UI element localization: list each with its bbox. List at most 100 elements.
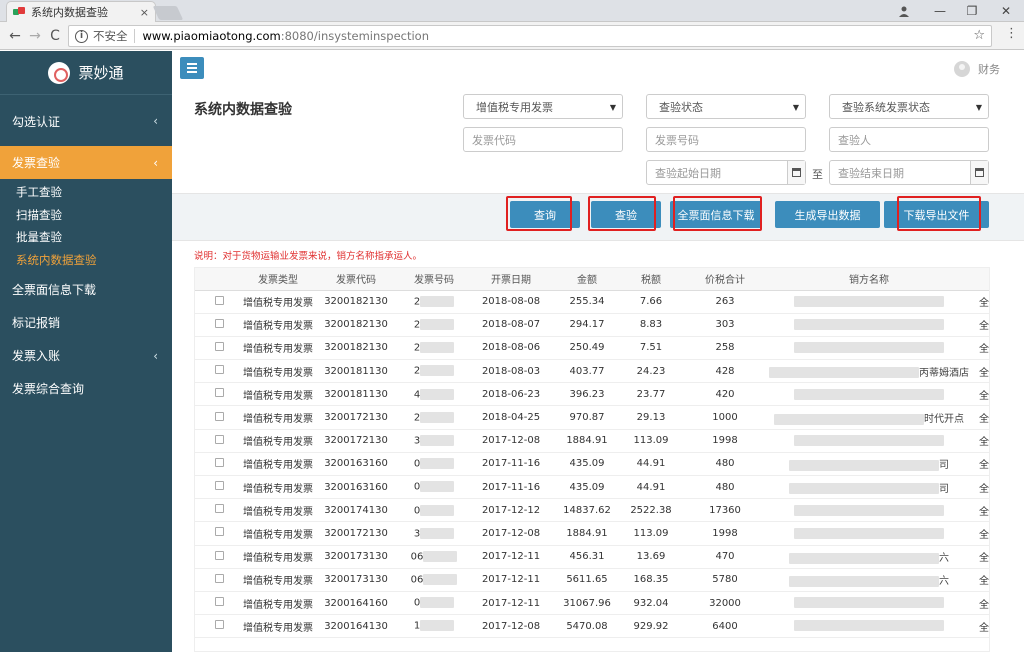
table-cell: 3200164160 [313, 591, 399, 616]
cell-text: 294.17 [569, 319, 605, 331]
table-row[interactable]: 增值税专用发票 3200181130 2 2018-08-03 403.77 24.23 4… [195, 359, 989, 384]
close-window-button[interactable]: ✕ [990, 0, 1022, 22]
bookmark-star-icon[interactable]: ☆ [973, 28, 985, 43]
minimize-button[interactable]: — [924, 0, 956, 22]
cell-text: 2017-12-11 [481, 574, 541, 586]
table-cell [769, 521, 969, 546]
table-row[interactable]: 增值税专用发票 3200163160 0 2017-11-16 435.09 44.91 4… [195, 452, 989, 477]
calendar-icon[interactable] [970, 161, 988, 184]
cell-text: 增值税专用发票 [243, 321, 313, 333]
sidebar-subitem-in-system[interactable]: 系统内数据查验 [0, 249, 172, 272]
redacted-value [420, 620, 455, 632]
sidebar-subitem-batch[interactable]: 批量查验 [0, 226, 172, 249]
table-row[interactable]: 增值税专用发票 3200182130 2 2018-08-08 255.34 7.66 26… [195, 290, 989, 314]
row-checkbox[interactable] [214, 295, 224, 305]
table-row[interactable]: 增值税专用发票 3200172130 3 2017-12-08 1884.91 113.0… [195, 521, 989, 546]
check-status-select[interactable]: 查验状态 ▼ [646, 94, 806, 119]
row-checkbox[interactable] [214, 504, 224, 514]
table-header[interactable]: 价税合计 [681, 268, 769, 291]
table-row[interactable]: 增值税专用发票 3200181130 4 2018-06-23 396.23 23.77 4… [195, 382, 989, 407]
user-name: 财务 [978, 63, 1000, 76]
table-row[interactable]: 增值税专用发票 3200173130 06 2017-12-11 456.31 13.69… [195, 545, 989, 569]
table-row[interactable]: 增值税专用发票 3200173130 06 2017-12-11 5611.65 168.… [195, 568, 989, 592]
table-header[interactable]: 发票类型 [243, 268, 313, 291]
redacted-value [420, 434, 455, 446]
url-bar[interactable]: i 不安全 www.piaomiaotong.com :8080/insyste… [68, 25, 992, 47]
user-menu[interactable]: 财务 [954, 61, 1000, 77]
sidebar-subitem-scan[interactable]: 扫描查验 [0, 204, 172, 227]
row-checkbox[interactable] [214, 388, 224, 398]
table-cell: 435.09 [553, 475, 621, 500]
table-header[interactable]: 金额 [553, 268, 621, 291]
forward-button[interactable]: → [26, 26, 44, 46]
brand-logo[interactable]: 票妙通 [0, 51, 172, 95]
tab-close-icon[interactable]: × [140, 6, 149, 19]
table-cell: 23.77 [621, 382, 681, 407]
row-checkbox[interactable] [214, 573, 224, 583]
calendar-icon[interactable] [787, 161, 805, 184]
table-row[interactable]: 增值税专用发票 3200163160 0 2017-11-16 435.09 44.91 4… [195, 475, 989, 500]
cell-text: 全票面信 [979, 576, 989, 588]
avatar [954, 61, 970, 77]
sidebar-item-mark-reimburse[interactable]: 标记报销 [0, 306, 172, 339]
redacted-value [420, 319, 455, 331]
back-button[interactable]: ← [6, 26, 24, 46]
table-row[interactable]: 增值税专用发票 3200172130 2 2018-04-25 970.87 29.13 1… [195, 405, 989, 430]
invoice-code-input[interactable]: 发票代码 [463, 127, 623, 152]
table-header[interactable]: 销方名称 [769, 268, 969, 291]
table-header[interactable]: 发票代码 [313, 268, 399, 291]
redacted-value [769, 367, 919, 379]
row-checkbox[interactable] [214, 434, 224, 444]
sidebar-item-invoice-entry[interactable]: 发票入账 ‹ [0, 339, 172, 372]
table-cell: 增值税专用发票 [243, 313, 313, 337]
table-header[interactable]: 开票日期 [469, 268, 553, 291]
cell-text: 428 [715, 365, 735, 377]
table-cell: 增值税专用发票 [243, 614, 313, 639]
table-row[interactable]: 增值税专用发票 3200174130 0 2017-12-12 14837.62 2522… [195, 498, 989, 523]
system-status-select[interactable]: 查验系统发票状态 ▼ [829, 94, 989, 119]
table-header[interactable]: 发票号码 [399, 268, 469, 291]
invoice-number-input[interactable]: 发票号码 [646, 127, 806, 152]
row-checkbox[interactable] [214, 341, 224, 351]
row-checkbox[interactable] [214, 527, 224, 537]
checker-input[interactable]: 查验人 [829, 127, 989, 152]
sidebar-item-select-certify[interactable]: 勾选认证 ‹ [0, 96, 172, 146]
sidebar-item-full-download[interactable]: 全票面信息下载 [0, 273, 172, 306]
start-date-input[interactable]: 查验起始日期 [646, 160, 806, 185]
row-checkbox[interactable] [214, 457, 224, 467]
table-row[interactable]: 增值税专用发票 3200164160 0 2017-12-11 31067.96 932.… [195, 591, 989, 616]
table-cell: 8.83 [621, 313, 681, 337]
table-row[interactable]: 增值税专用发票 3200164130 1 2017-12-08 5470.08 929.9… [195, 614, 989, 639]
reload-button[interactable]: C [46, 26, 64, 46]
row-checkbox[interactable] [214, 620, 224, 630]
cell-text: 06 [410, 574, 424, 586]
row-checkbox[interactable] [214, 365, 224, 375]
table-header[interactable]: 税额 [621, 268, 681, 291]
url-host: www.piaomiaotong.com [142, 29, 281, 43]
cell-text: 增值税专用发票 [243, 367, 313, 379]
row-checkbox[interactable] [214, 481, 224, 491]
cell-text: 增值税专用发票 [243, 460, 313, 472]
restore-button[interactable]: ❐ [956, 0, 988, 22]
generate-export-button[interactable]: 生成导出数据 [775, 201, 880, 228]
info-icon[interactable]: i [75, 29, 88, 43]
sidebar-item-invoice-query[interactable]: 发票综合查询 [0, 372, 172, 405]
browser-tab[interactable]: 系统内数据查验 × [6, 1, 156, 22]
table-row[interactable]: 增值税专用发票 3200182130 2 2018-08-06 250.49 7.51 25… [195, 336, 989, 361]
sidebar-item-invoice-check[interactable]: 发票查验 ‹ [0, 146, 172, 179]
table-row[interactable]: 增值税专用发票 3200182130 2 2018-08-07 294.17 8.83 30… [195, 313, 989, 337]
table-row[interactable]: 增值税专用发票 3200172130 3 2017-12-08 1884.91 113.0… [195, 429, 989, 453]
table-header[interactable]: 查验 [969, 268, 989, 291]
row-checkbox[interactable] [214, 597, 224, 607]
invoice-type-select[interactable]: 增值税专用发票 ▼ [463, 94, 623, 119]
sidebar-subitem-manual[interactable]: 手工查验 [0, 181, 172, 204]
menu-toggle-button[interactable] [180, 57, 204, 79]
redacted-value [789, 483, 939, 495]
row-checkbox[interactable] [214, 550, 224, 560]
end-date-input[interactable]: 查验结束日期 [829, 160, 989, 185]
browser-menu-icon[interactable]: ⋮ [1005, 26, 1018, 41]
new-tab-button[interactable] [152, 6, 184, 20]
account-icon[interactable] [888, 0, 920, 22]
row-checkbox[interactable] [214, 411, 224, 421]
row-checkbox[interactable] [214, 318, 224, 328]
